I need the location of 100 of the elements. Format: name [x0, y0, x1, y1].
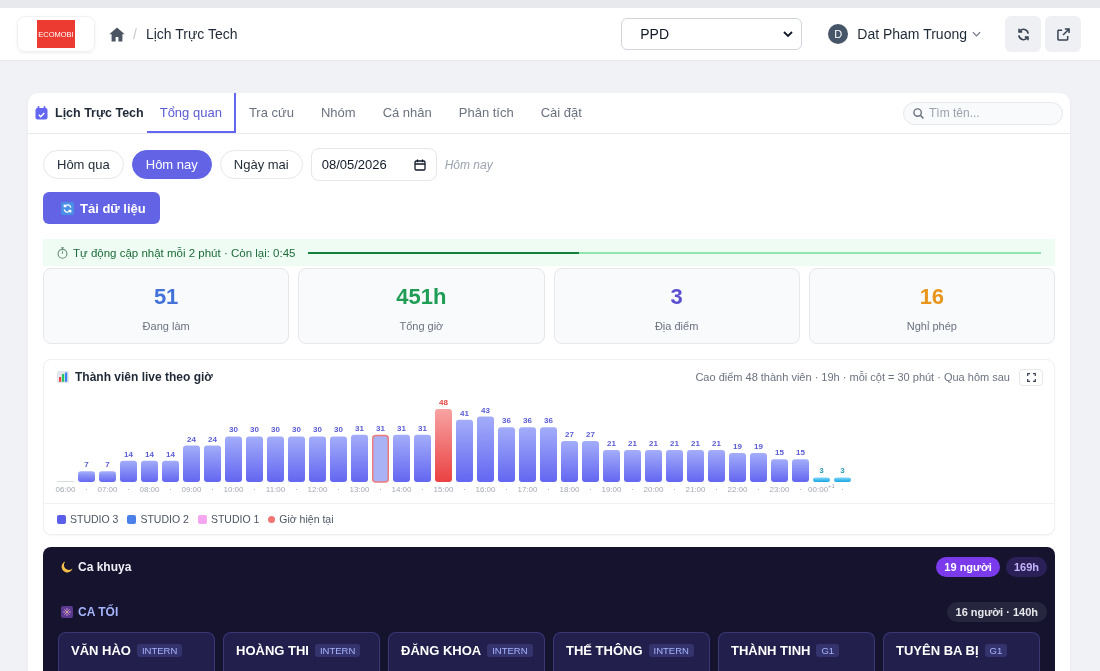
bar-value-label: 24: [208, 434, 217, 444]
legend-label: STUDIO 2: [140, 513, 189, 525]
member-card[interactable]: ĐĂNG KHOA INTERN: [388, 632, 545, 671]
axis-label: 14:00: [391, 484, 412, 496]
bar-value-label: 14: [124, 449, 133, 459]
stat-value: 51: [153, 284, 179, 310]
axis-label: 09:00: [181, 484, 202, 496]
panel-title: Lịch Trực Tech: [55, 106, 144, 120]
stat-label: Tổng giờ: [399, 319, 444, 333]
day-option-button[interactable]: Ngày mai: [219, 150, 303, 179]
axis-label: 08:00: [139, 484, 160, 496]
fullscreen-button[interactable]: [1019, 368, 1043, 386]
bar-value-label: 21: [649, 439, 658, 449]
open-external-button[interactable]: [1045, 16, 1081, 52]
moon-icon: [61, 561, 73, 573]
stat-value: 16: [919, 284, 945, 310]
axis-label: ·: [295, 484, 298, 496]
date-field[interactable]: 08/05/2026: [310, 148, 437, 181]
nav-tab[interactable]: Nhóm: [307, 93, 370, 133]
axis-label: 16:00: [475, 484, 496, 496]
bar-value-label: 36: [544, 416, 553, 426]
stat-value: 3: [670, 284, 683, 310]
bar-value-label: 31: [376, 423, 385, 433]
member-card[interactable]: THẾ THÔNG INTERN: [553, 632, 710, 671]
user-avatar: D: [828, 24, 849, 44]
bar-value-label: 21: [607, 439, 616, 449]
chart-title: Thành viên live theo giờ: [75, 370, 213, 384]
calendar-icon[interactable]: [413, 158, 426, 171]
axis-label: ·: [673, 484, 676, 496]
home-icon[interactable]: [109, 26, 125, 42]
member-card[interactable]: VĂN HÀO INTERN: [58, 632, 215, 671]
bar-value-label: 30: [250, 425, 259, 435]
bar-value-label: 31: [397, 423, 406, 433]
axis-label: ·: [547, 484, 550, 496]
bar-value-label: 31: [418, 423, 427, 433]
axis-label: ·: [253, 484, 256, 496]
bar-value-label: 3: [840, 466, 845, 476]
bar-value-label: 7: [84, 460, 89, 470]
axis-label: ·: [463, 484, 466, 496]
axis-label: ·: [715, 484, 718, 496]
timer-icon: [57, 246, 68, 259]
user-name[interactable]: Dat Pham Truong: [857, 26, 967, 42]
bar-value-label: 41: [460, 408, 469, 418]
axis-label: 15:00: [433, 484, 454, 496]
calendar-icon: [35, 106, 48, 120]
day-option-button[interactable]: Hôm qua: [43, 150, 124, 179]
day-option-button[interactable]: Hôm nay: [131, 150, 212, 179]
bar-value-label: 7: [105, 460, 110, 470]
bar-value-label: 30: [292, 425, 301, 435]
member-card[interactable]: THÀNH TINH G1: [718, 632, 875, 671]
axis-label: ·: [505, 484, 508, 496]
search-icon: [913, 107, 924, 119]
bar-value-label: 19: [754, 442, 763, 452]
axis-label: 19:00: [601, 484, 622, 496]
nav-tab[interactable]: Cá nhân: [369, 93, 446, 133]
member-card[interactable]: HOÀNG THI INTERN: [223, 632, 380, 671]
axis-label: ·: [799, 484, 802, 496]
bar-value-label: 15: [796, 448, 805, 458]
axis-label: 18:00: [559, 484, 580, 496]
nav-tab[interactable]: Phân tích: [445, 93, 528, 133]
load-data-button[interactable]: Tải dữ liệu: [43, 192, 160, 224]
axis-label: ·: [211, 484, 214, 496]
bar-value-label: 27: [565, 429, 574, 439]
axis-label: 22:00: [727, 484, 748, 496]
breadcrumb-current: Lịch Trực Tech: [145, 26, 238, 42]
bar-value-label: 48: [439, 398, 448, 407]
axis-label: 20:00: [643, 484, 664, 496]
member-card[interactable]: TUYÊN BA BỊ G1: [883, 632, 1040, 671]
axis-label: 23:00: [769, 484, 790, 496]
bar-chart-icon: [57, 371, 69, 383]
refresh-icon: [1016, 27, 1030, 41]
nav-tab[interactable]: Tổng quan: [146, 93, 236, 133]
axis-label: ·: [841, 484, 844, 496]
bar-value-label: 31: [355, 423, 364, 433]
axis-label: ·: [85, 484, 88, 496]
axis-label: ·: [379, 484, 382, 496]
bar-value-label: 19: [733, 442, 742, 452]
nav-tab[interactable]: Tra cứu: [235, 93, 308, 133]
member-tag: INTERN: [136, 644, 183, 657]
member-tag: INTERN: [487, 644, 533, 657]
bar-value-label: 21: [628, 439, 637, 449]
bar-value-label: 21: [670, 439, 679, 449]
member-name: HOÀNG THI: [236, 642, 309, 659]
bar-value-label: 21: [691, 439, 700, 449]
group-title: CA TỐI: [78, 605, 119, 619]
people-count-badge: 19 người: [936, 557, 1000, 577]
nav-tab[interactable]: Cài đặt: [527, 93, 596, 133]
bar-value-label: 30: [271, 425, 280, 435]
date-caption: Hôm nay: [444, 157, 493, 172]
refresh-button[interactable]: [1005, 16, 1041, 52]
axis-label: 00:00$^{+1}$: [808, 484, 835, 496]
group-summary-badge: 16 người · 140h: [946, 602, 1047, 622]
fireworks-icon: [61, 606, 73, 618]
project-select[interactable]: PPD: [621, 18, 803, 50]
axis-label: ·: [127, 484, 130, 496]
bar-value-label: 21: [712, 439, 721, 449]
stat-value: 451h: [396, 284, 447, 310]
chevron-down-icon[interactable]: [972, 31, 981, 37]
member-tag: G1: [984, 644, 1008, 657]
bar-value-label: 30: [313, 425, 322, 435]
